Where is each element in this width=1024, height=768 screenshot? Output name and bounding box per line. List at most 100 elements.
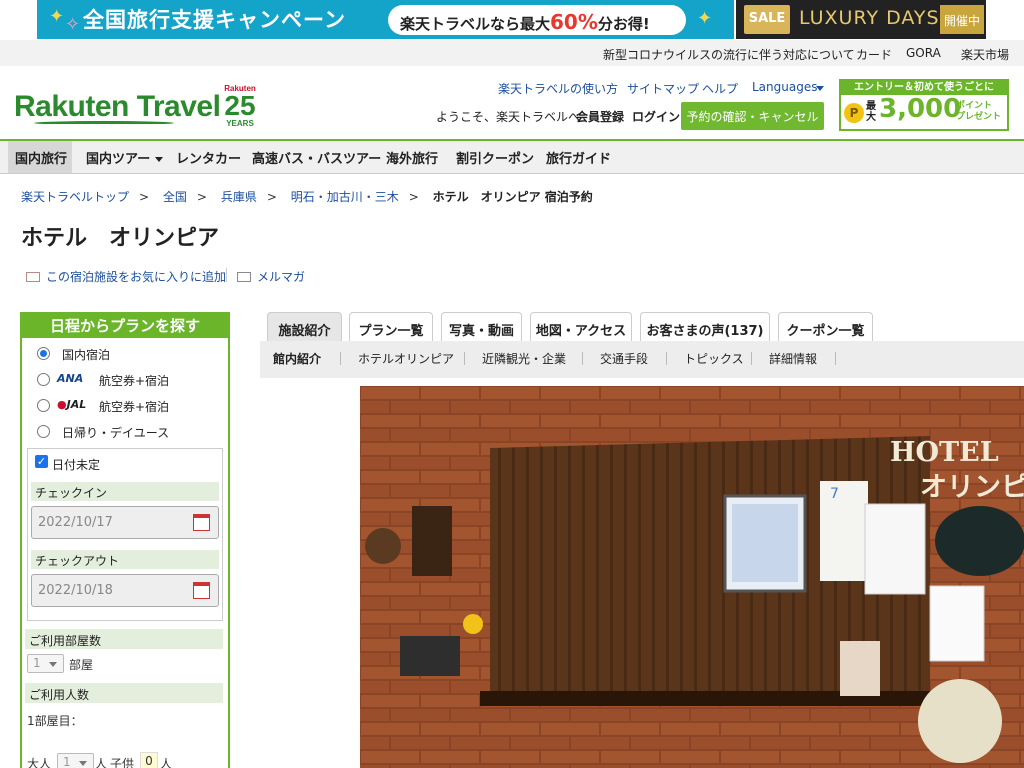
chevron-down-icon	[155, 157, 164, 162]
nav-item-bus[interactable]: 高速バス・バスツアー	[252, 148, 381, 167]
child-label: 子供	[110, 757, 135, 768]
point-coin-icon: P	[844, 103, 864, 123]
breadcrumb-item[interactable]: 明石・加古川・三木	[291, 190, 399, 204]
divider	[226, 268, 227, 282]
tab-map[interactable]: 地図・アクセス	[530, 312, 632, 342]
subtab-facility[interactable]: 館内紹介	[273, 350, 321, 367]
tab-coupons[interactable]: クーポン一覧	[778, 312, 873, 342]
checkin-date-input[interactable]: 2022/10/17	[31, 506, 219, 539]
confetti-icon: ✦	[697, 8, 713, 29]
calendar-number: 7	[830, 486, 839, 502]
nav-item-domestic[interactable]: 国内旅行	[15, 148, 67, 167]
date-undecided-checkbox[interactable]: ✓	[35, 455, 48, 468]
divider	[464, 352, 465, 365]
hotel-sign-text: オリンピ	[920, 472, 1024, 503]
ana-logo: ANA	[57, 372, 84, 385]
breadcrumb: 楽天トラベルトップ > 全国 > 兵庫県 > 明石・加古川・三木 > ホテル オリンピア…	[21, 190, 593, 204]
child-count-input[interactable]: 0	[140, 752, 158, 768]
panel-title: 日程からプランを探す	[20, 312, 230, 338]
hotel-lobby-photo: 7 HOTEL オリンピ	[360, 386, 1024, 768]
util-link-gora[interactable]: GORA	[906, 46, 941, 60]
campaign-pill: 楽天トラベルなら最大60%分お得!	[388, 5, 686, 35]
folder-heart-icon	[26, 271, 40, 282]
mail-magazine-link[interactable]: メルマガ	[237, 268, 305, 285]
points-promo-banner[interactable]: エントリー＆初めて使うごとに P 最大 3,000 ポイント プレゼント	[839, 79, 1009, 131]
header-link-howto[interactable]: 楽天トラベルの使い方	[498, 80, 618, 97]
travel-campaign-banner[interactable]: ✦ ✧ 全国旅行支援キャンペーン 楽天トラベルなら最大60%分お得! ✦	[37, 0, 734, 39]
tab-plans[interactable]: プラン一覧	[349, 312, 433, 342]
subtab-sightseeing[interactable]: 近隣観光・企業	[482, 350, 566, 367]
checkout-label: チェックアウト	[31, 550, 219, 569]
campaign-title: 全国旅行支援キャンペーン	[83, 8, 346, 32]
luxury-days-banner[interactable]: SALE LUXURY DAYS 開催中	[736, 0, 986, 39]
util-link-covid[interactable]: 新型コロナウイルスの流行に伴う対応について	[603, 46, 855, 63]
room1-label: 1部屋目：	[27, 714, 83, 728]
breadcrumb-item[interactable]: 楽天トラベルトップ	[21, 190, 129, 204]
divider	[340, 352, 341, 365]
jal-crane-icon: ●	[57, 398, 67, 411]
breadcrumb-item[interactable]: 兵庫県	[221, 190, 257, 204]
chevron-down-icon	[816, 86, 824, 91]
confetti-icon: ✦	[49, 6, 65, 27]
page-title: ホテル オリンピア	[21, 226, 220, 251]
nav-item-guide[interactable]: 旅行ガイド	[546, 148, 611, 167]
nav-item-rentacar[interactable]: レンタカー	[176, 148, 241, 167]
add-favorite-link[interactable]: この宿泊施設をお気に入りに追加	[26, 268, 226, 285]
logo-swoosh	[34, 121, 174, 125]
radio-ana-stay[interactable]	[37, 373, 50, 386]
tab-facility-intro[interactable]: 施設紹介	[267, 312, 342, 342]
checkbox-label: 日付未定	[52, 458, 101, 472]
adult-label: 大人	[27, 757, 52, 768]
languages-dropdown[interactable]: Languages	[752, 80, 817, 94]
divider	[666, 352, 667, 365]
rooms-select[interactable]: 1	[27, 654, 64, 673]
rakuten-travel-logo[interactable]: Rakuten Travel	[14, 90, 221, 124]
tab-photos[interactable]: 写真・動画	[441, 312, 522, 342]
people-section-label: ご利用人数	[25, 683, 223, 703]
jal-logo: ●JAL	[57, 398, 87, 411]
radio-dayuse[interactable]	[37, 425, 50, 438]
adult-unit: 人	[95, 757, 108, 768]
calendar-icon[interactable]	[193, 514, 210, 531]
divider	[751, 352, 752, 365]
breadcrumb-item[interactable]: 全国	[163, 190, 187, 204]
checkout-date-input[interactable]: 2022/10/18	[31, 574, 219, 607]
envelope-icon	[237, 271, 251, 282]
divider	[835, 352, 836, 365]
breadcrumb-current: ホテル オリンピア 宿泊予約	[432, 190, 593, 204]
nav-item-overseas[interactable]: 海外旅行	[386, 148, 438, 167]
child-unit: 人	[160, 757, 173, 768]
util-link-ichiba[interactable]: 楽天市場	[961, 46, 1009, 63]
nav-item-coupon[interactable]: 割引クーポン	[456, 148, 534, 167]
adult-select[interactable]: 1	[57, 753, 94, 768]
sale-badge: SALE	[744, 5, 790, 34]
subtab-transport[interactable]: 交通手段	[600, 350, 648, 367]
hotel-sign-text: HOTEL	[890, 437, 999, 468]
login-link[interactable]: ログイン	[632, 108, 680, 125]
header-link-help[interactable]: ヘルプ	[702, 80, 738, 97]
radio-label: 日帰り・デイユース	[62, 426, 170, 440]
divider	[582, 352, 583, 365]
confetti-icon: ✧	[65, 14, 81, 35]
subtab-details[interactable]: 詳細情報	[769, 350, 817, 367]
utility-bar: 新型コロナウイルスの流行に伴う対応について カード GORA 楽天市場	[0, 40, 1024, 66]
radio-domestic-stay[interactable]	[37, 347, 50, 360]
util-link-card[interactable]: カード	[856, 46, 892, 63]
subtab-topics[interactable]: トピックス	[684, 350, 744, 367]
radio-label: 航空券+宿泊	[99, 400, 170, 414]
register-link[interactable]: 会員登録	[576, 108, 624, 125]
subtab-hotel[interactable]: ホテルオリンピア	[358, 350, 454, 367]
luxury-title: LUXURY DAYS	[799, 7, 940, 29]
nav-item-domestic-tour[interactable]: 国内ツアー	[86, 148, 164, 167]
radio-jal-stay[interactable]	[37, 399, 50, 412]
rooms-unit: 部屋	[69, 658, 94, 672]
radio-label: 国内宿泊	[62, 348, 111, 362]
header-link-sitemap[interactable]: サイトマップ	[627, 80, 699, 97]
radio-label: 航空券+宿泊	[99, 374, 170, 388]
tab-reviews[interactable]: お客さまの声(137)	[640, 312, 770, 342]
calendar-icon[interactable]	[193, 582, 210, 599]
lobby-illustration: 7 HOTEL オリンピ	[360, 386, 1024, 768]
rooms-section-label: ご利用部屋数	[25, 629, 223, 649]
reservation-confirm-button[interactable]: 予約の確認・キャンセル	[681, 102, 824, 130]
anniversary-badge: Rakuten 25 YEARS	[224, 84, 256, 128]
